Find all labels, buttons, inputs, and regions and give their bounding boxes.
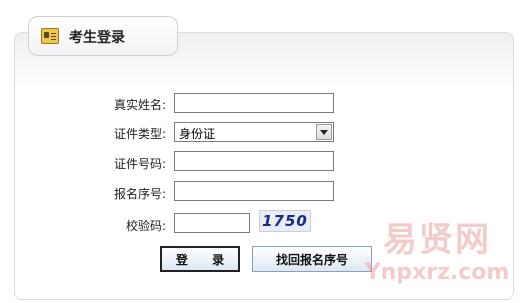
login-button[interactable]: 登 录 bbox=[160, 246, 240, 272]
watermark-cn: 易贤网 bbox=[383, 220, 491, 260]
id-type-select[interactable]: 身份证 bbox=[174, 122, 334, 142]
reg-no-field[interactable] bbox=[174, 181, 334, 201]
id-number-field[interactable] bbox=[174, 151, 334, 171]
reg-no-label: 报名序号: bbox=[113, 187, 166, 201]
id-type-selected: 身份证 bbox=[179, 127, 216, 141]
find-reg-no-button[interactable]: 找回报名序号 bbox=[252, 246, 372, 272]
tab-title: 考生登录 bbox=[69, 30, 125, 46]
login-tab: 考生登录 bbox=[28, 16, 178, 56]
watermark-en: Ynpxrz.com bbox=[364, 260, 510, 285]
chevron-down-icon[interactable] bbox=[316, 124, 332, 140]
captcha-field[interactable] bbox=[174, 213, 250, 233]
name-field[interactable] bbox=[174, 93, 334, 113]
id-type-label: 证件类型: bbox=[113, 127, 166, 141]
captcha-image[interactable]: 1750 bbox=[259, 210, 311, 232]
captcha-label: 校验码: bbox=[125, 219, 166, 233]
id-number-label: 证件号码: bbox=[113, 157, 166, 171]
name-label: 真实姓名: bbox=[113, 98, 166, 112]
watermark: 易贤网 Ynpxrz.com bbox=[362, 220, 512, 300]
id-card-icon bbox=[41, 28, 59, 44]
